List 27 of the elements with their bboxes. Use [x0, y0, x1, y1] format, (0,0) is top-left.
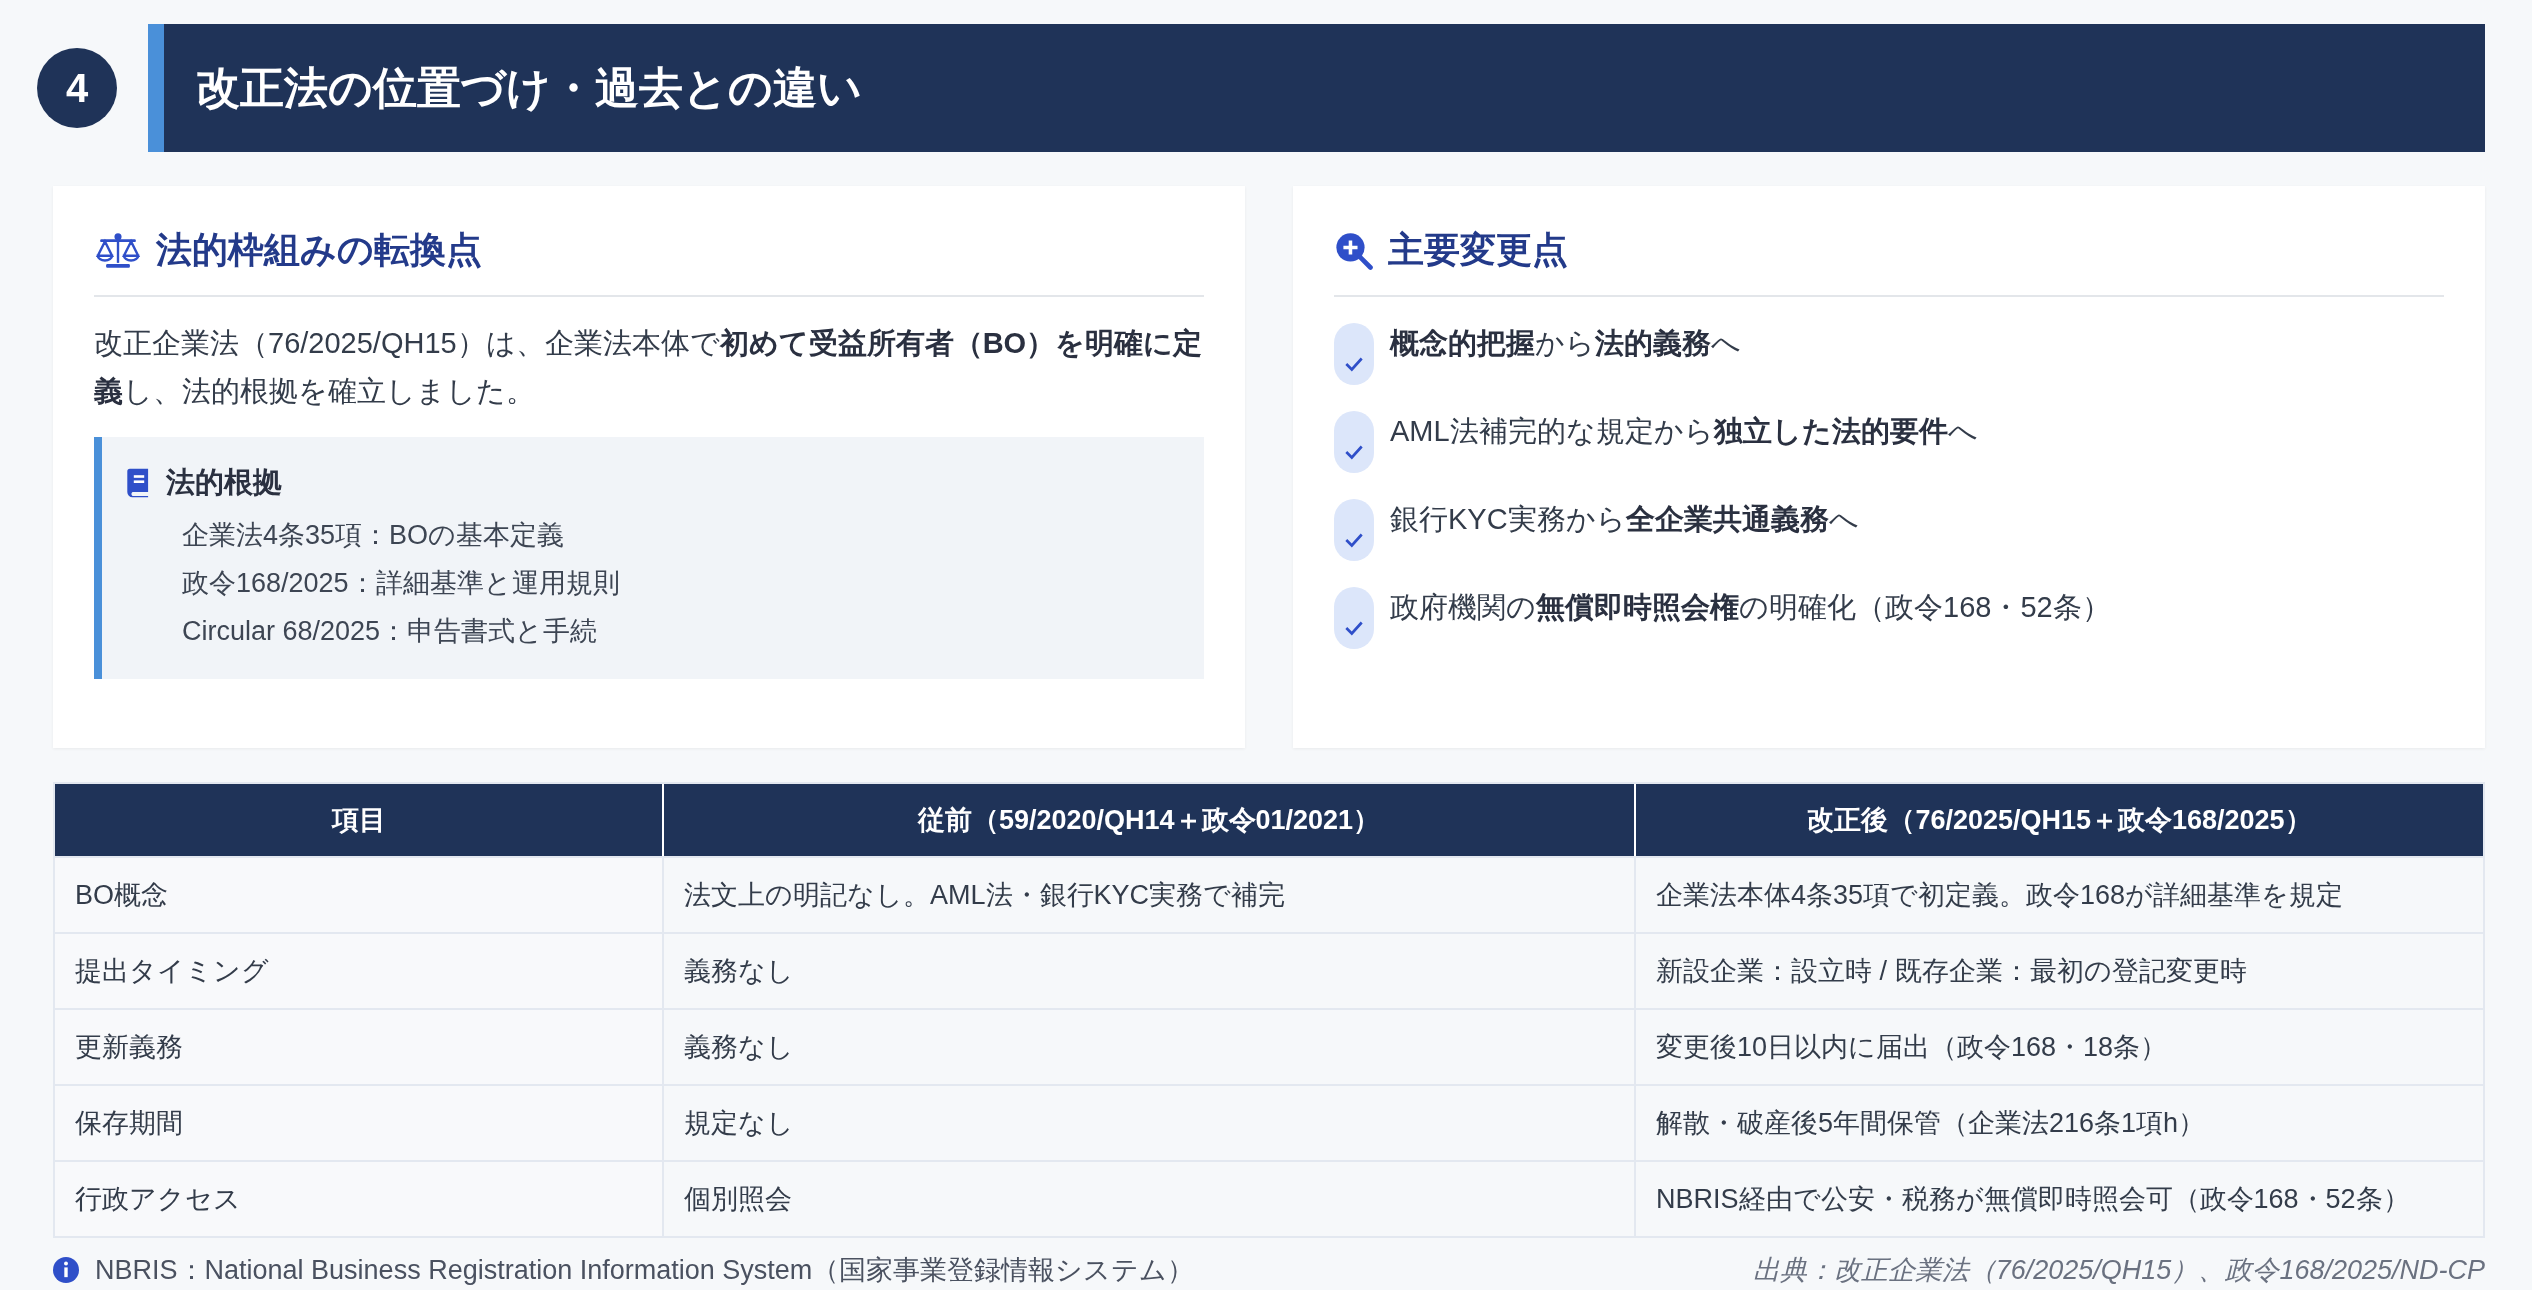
info-icon — [53, 1257, 79, 1283]
section-number-badge: 4 — [37, 48, 117, 128]
table-cell: 解散・破産後5年間保管（企業法216条1項h） — [1634, 1086, 2483, 1160]
legal-basis-item: 企業法4条35項：BOの基本定義 — [181, 519, 566, 552]
table-cell: 義務なし — [662, 934, 1634, 1008]
zoom-in-icon — [1334, 230, 1374, 271]
legal-basis-item: Circular 68/2025：申告書式と手続 — [181, 615, 599, 648]
change-point-text: 政府機関の無償即時照会権の明確化（政令168・52条） — [1390, 590, 2111, 625]
intro-paragraph: 改正企業法（76/2025/QH15）は、企業法本体で初めて受益所有者（BO）を明確に定義し、法的根拠を確立しました。 — [94, 326, 1204, 409]
change-point-text: 概念的把握から法的義務へ — [1390, 326, 1741, 361]
column-header: 従前（59/2020/QH14＋政令01/2021） — [662, 784, 1634, 856]
scale-icon — [94, 231, 142, 270]
footnote-text: NBRIS：National Business Registration Information System（国家事業登録情報システム） — [95, 1254, 1195, 1287]
panel-title: 法的根拠 — [166, 465, 282, 500]
table-cell: 個別照会 — [662, 1162, 1634, 1236]
section-title: 改正法の位置づけ・過去との違い — [196, 61, 862, 114]
column-header: 項目 — [330, 804, 387, 837]
change-point-text: AML法補完的な規定から独立した法的要件へ — [1390, 414, 1978, 449]
legal-basis-item: 政令168/2025：詳細基準と運用規則 — [181, 567, 621, 600]
column-header: 改正後（76/2025/QH15＋政令168/2025） — [1634, 784, 2483, 856]
table-cell: 新設企業：設立時 / 既存企業：最初の登記変更時 — [1634, 934, 2483, 1008]
card-title: 法的枠組みの転換点 — [156, 228, 482, 272]
table-cell: NBRIS経由で公安・税務が無償即時照会可（政令168・52条） — [1634, 1162, 2483, 1236]
table-cell: 規定なし — [662, 1086, 1634, 1160]
source-citation: 出典：改正企業法（76/2025/QH15）、政令168/2025/ND-CP — [1752, 1254, 2485, 1287]
change-point-text: 銀行KYC実務から全企業共通義務へ — [1390, 502, 1859, 537]
card-title: 主要変更点 — [1388, 228, 1568, 272]
